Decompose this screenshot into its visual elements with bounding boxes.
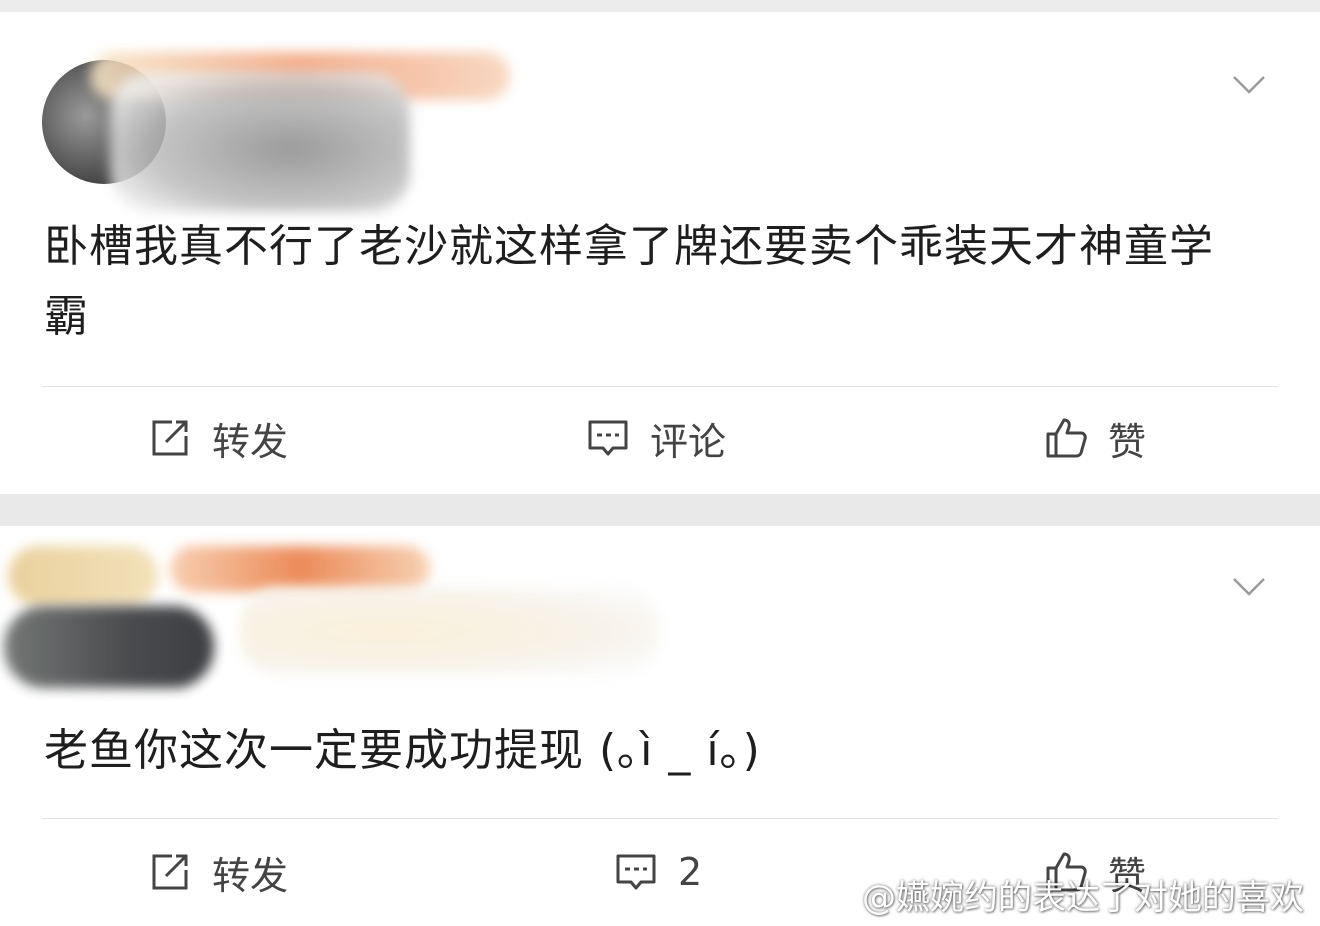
repost-label: 转发	[212, 853, 289, 898]
thumbs-up-icon	[1046, 418, 1087, 458]
repost-icon	[152, 854, 188, 890]
divider	[42, 818, 1278, 819]
chevron-down-icon[interactable]	[1232, 576, 1266, 598]
comment-button[interactable]: 2	[614, 832, 702, 912]
redacted-user-meta	[240, 586, 660, 676]
repost-button[interactable]: 转发	[148, 398, 288, 478]
action-bar: 转发 评论 赞	[0, 398, 1320, 478]
action-bar: 转发 2 赞	[0, 832, 1320, 912]
comment-button[interactable]: 评论	[586, 398, 726, 478]
comment-count: 2	[678, 850, 703, 894]
redacted-avatar	[8, 546, 158, 606]
post-card: 卧槽我真不行了老沙就这样拿了牌还要卖个乖装天才神童学霸 转发 评论 赞	[0, 12, 1320, 494]
like-button[interactable]: 赞	[1044, 832, 1146, 912]
post-text: 卧槽我真不行了老沙就这样拿了牌还要卖个乖装天才神童学霸	[44, 221, 1214, 342]
redacted-avatar-dark	[4, 606, 214, 688]
post-card: 老鱼你这次一定要成功提现 (｡ì _ í｡) 转发 2 赞	[0, 526, 1320, 926]
like-button[interactable]: 赞	[1044, 398, 1146, 478]
redacted-user-meta	[110, 72, 410, 212]
like-label: 赞	[1108, 853, 1147, 898]
chevron-down-icon[interactable]	[1232, 74, 1266, 96]
thumbs-up-icon	[1046, 852, 1087, 892]
repost-button[interactable]: 转发	[148, 832, 288, 912]
repost-icon	[152, 420, 188, 456]
comment-label: 评论	[650, 419, 727, 464]
feed: 卧槽我真不行了老沙就这样拿了牌还要卖个乖装天才神童学霸 转发 评论 赞 老鱼你这…	[0, 0, 1320, 926]
like-label: 赞	[1108, 419, 1147, 464]
repost-label: 转发	[212, 419, 289, 464]
comment-icon	[616, 854, 656, 890]
comment-icon	[588, 420, 628, 456]
feed-top-gap	[0, 0, 1320, 12]
post-text: 老鱼你这次一定要成功提现 (｡ì _ í｡)	[44, 725, 761, 776]
divider	[42, 386, 1278, 387]
